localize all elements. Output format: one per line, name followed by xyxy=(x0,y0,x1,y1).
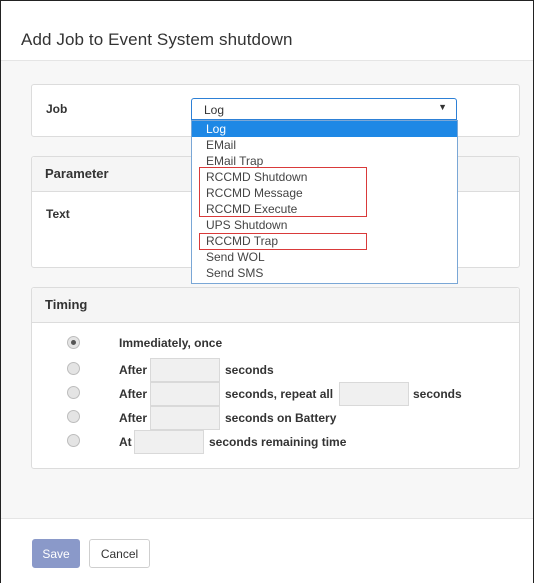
seconds-remaining-label: seconds remaining time xyxy=(209,435,347,449)
dialog-footer xyxy=(1,518,533,583)
job-option-send-sms[interactable]: Send SMS xyxy=(192,265,457,281)
immediately-label: Immediately, once xyxy=(119,336,223,350)
battery-seconds-input[interactable] xyxy=(150,406,220,430)
after-repeat-label: After xyxy=(119,387,148,401)
text-label: Text xyxy=(46,207,70,221)
save-button[interactable]: Save xyxy=(32,539,80,568)
radio-at[interactable] xyxy=(67,434,80,447)
dialog-title: Add Job to Event System shutdown xyxy=(21,30,293,49)
job-option-email[interactable]: EMail xyxy=(192,137,457,153)
radio-after[interactable] xyxy=(67,362,80,375)
seconds-label: seconds xyxy=(225,363,274,377)
job-option-send-wol[interactable]: Send WOL xyxy=(192,249,457,265)
after-seconds-input[interactable] xyxy=(150,358,220,382)
after-battery-label: After xyxy=(119,411,148,425)
after-label: After xyxy=(119,363,148,377)
radio-after-repeat[interactable] xyxy=(67,386,80,399)
job-option-ups-shutdown[interactable]: UPS Shutdown xyxy=(192,217,457,233)
job-label: Job xyxy=(46,102,68,116)
highlight-box-rccmd-group xyxy=(199,167,367,217)
repeat-after-seconds-input[interactable] xyxy=(150,382,220,406)
timing-header: Timing xyxy=(32,288,519,323)
repeat-seconds-label: seconds xyxy=(413,387,462,401)
job-select[interactable]: Log ▼ xyxy=(191,98,457,120)
at-label: At xyxy=(119,435,132,449)
remaining-seconds-input[interactable] xyxy=(134,430,204,454)
highlight-box-rccmd-trap xyxy=(199,233,367,250)
cancel-button[interactable]: Cancel xyxy=(89,539,150,568)
repeat-interval-input[interactable] xyxy=(339,382,409,406)
radio-after-battery[interactable] xyxy=(67,410,80,423)
add-job-dialog: Add Job to Event System shutdown Job Par… xyxy=(0,0,534,583)
radio-immediately[interactable] xyxy=(67,336,80,349)
dialog-header: Add Job to Event System shutdown xyxy=(1,1,533,61)
chevron-down-icon: ▼ xyxy=(438,102,447,112)
job-select-value: Log xyxy=(204,103,225,117)
repeat-all-label: seconds, repeat all xyxy=(225,387,334,401)
seconds-on-battery-label: seconds on Battery xyxy=(225,411,337,425)
job-option-log[interactable]: Log xyxy=(192,121,457,137)
